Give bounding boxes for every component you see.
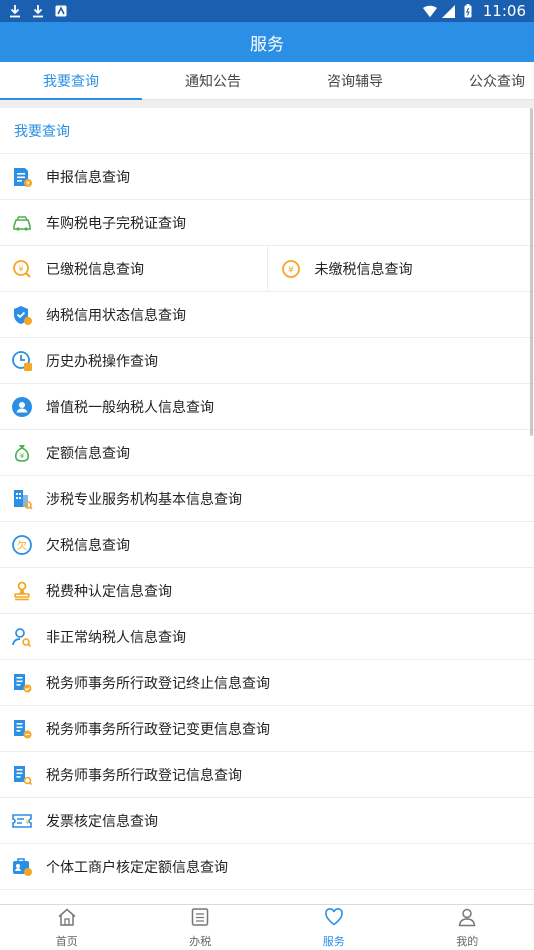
query-list[interactable]: 我要查询 ¥ 申报信息查询 车购税电子完税证查询 ¥ 已缴税信息查询 ¥ 未缴税… bbox=[0, 108, 534, 904]
nav-label: 办税 bbox=[189, 934, 212, 948]
svg-text:¥: ¥ bbox=[26, 819, 30, 826]
invoice-icon: ¥ bbox=[11, 810, 33, 832]
office-doc-icon bbox=[11, 718, 33, 740]
svg-text:¥: ¥ bbox=[20, 452, 25, 460]
list-item[interactable]: ¥ 未缴税信息查询 bbox=[266, 246, 534, 291]
nav-label: 首页 bbox=[55, 934, 78, 948]
person-search-icon bbox=[11, 626, 33, 648]
wifi-icon bbox=[422, 4, 437, 18]
status-bar: 11:06 bbox=[0, 0, 534, 22]
list-item[interactable]: 税费种认定信息查询 bbox=[0, 568, 534, 614]
download-icon bbox=[31, 4, 45, 18]
divider bbox=[0, 100, 534, 108]
declare-doc-icon: ¥ bbox=[11, 166, 33, 188]
list-item-label: 纳税信用状态信息查询 bbox=[46, 307, 186, 324]
nav-label: 我的 bbox=[456, 934, 479, 948]
business-card-icon bbox=[11, 856, 33, 878]
list-item-label: 欠税信息查询 bbox=[46, 537, 130, 554]
list-item[interactable]: ¥ 定额信息查询 bbox=[0, 430, 534, 476]
yuan-search-icon: ¥ bbox=[11, 258, 33, 280]
list-item[interactable]: 车购税电子完税证查询 bbox=[0, 200, 534, 246]
list-item[interactable]: ¥ 已缴税信息查询 bbox=[0, 246, 267, 291]
svg-text:¥: ¥ bbox=[288, 265, 294, 275]
list-item[interactable]: 历史办税操作查询 bbox=[0, 338, 534, 384]
list-item-label: 车购税电子完税证查询 bbox=[46, 215, 186, 232]
list-item[interactable]: ¥ 申报信息查询 bbox=[0, 154, 534, 200]
nav-label: 服务 bbox=[322, 934, 345, 948]
list-item-label: 税务师事务所行政登记信息查询 bbox=[46, 767, 242, 784]
nav-tax[interactable]: 办税 bbox=[134, 905, 268, 950]
list-item-label: 发票核定信息查询 bbox=[46, 813, 158, 830]
yuan-coin-icon: ¥ bbox=[280, 258, 302, 280]
list-item-label: 涉税专业服务机构基本信息查询 bbox=[46, 491, 242, 508]
svg-text:¥: ¥ bbox=[26, 180, 30, 187]
list-item[interactable]: 个体工商户核定定额信息查询 bbox=[0, 844, 534, 890]
nav-mine[interactable]: 我的 bbox=[401, 905, 534, 950]
list-item[interactable]: 税务师事务所行政登记变更信息查询 bbox=[0, 706, 534, 752]
status-notifications bbox=[8, 4, 68, 18]
tab-my-query[interactable]: 我要查询 bbox=[0, 62, 142, 100]
list-item-label: 已缴税信息查询 bbox=[46, 261, 144, 278]
list-item-label: 税务师事务所行政登记变更信息查询 bbox=[46, 721, 270, 738]
list-item[interactable]: 税务师事务所行政登记信息查询 bbox=[0, 752, 534, 798]
list-item-label: 增值税一般纳税人信息查询 bbox=[46, 399, 214, 416]
list-icon bbox=[190, 907, 210, 930]
svg-text:¥: ¥ bbox=[18, 264, 23, 273]
list-item-partial[interactable] bbox=[0, 890, 534, 904]
list-item-label: 定额信息查询 bbox=[46, 445, 130, 462]
list-item[interactable]: 涉税专业服务机构基本信息查询 bbox=[0, 476, 534, 522]
tab-public-query[interactable]: 公众查询 bbox=[426, 62, 534, 99]
section-title: 我要查询 bbox=[0, 108, 534, 154]
credit-shield-icon bbox=[11, 304, 33, 326]
list-item[interactable]: 纳税信用状态信息查询 bbox=[0, 292, 534, 338]
bottom-nav: 首页 办税 服务 我的 bbox=[0, 904, 534, 950]
list-item[interactable]: ¥ 发票核定信息查询 bbox=[0, 798, 534, 844]
money-bag-icon: ¥ bbox=[11, 442, 33, 464]
owed-tax-icon: 欠 bbox=[11, 534, 33, 556]
taxpayer-person-icon bbox=[11, 396, 33, 418]
list-item-label: 个体工商户核定定额信息查询 bbox=[46, 859, 228, 876]
list-item-label: 税费种认定信息查询 bbox=[46, 583, 172, 600]
svg-text:欠: 欠 bbox=[17, 539, 27, 552]
download-icon bbox=[8, 4, 22, 18]
list-item[interactable]: 欠 欠税信息查询 bbox=[0, 522, 534, 568]
car-icon bbox=[11, 212, 33, 234]
office-doc-icon bbox=[11, 764, 33, 786]
list-item-label: 税务师事务所行政登记终止信息查询 bbox=[46, 675, 270, 692]
heart-icon bbox=[324, 907, 344, 930]
list-row-split: ¥ 已缴税信息查询 ¥ 未缴税信息查询 bbox=[0, 246, 534, 292]
status-indicators: 11:06 bbox=[422, 2, 526, 20]
page-title: 服务 bbox=[250, 34, 284, 55]
history-clock-icon bbox=[11, 350, 33, 372]
user-icon bbox=[457, 907, 477, 930]
nav-home[interactable]: 首页 bbox=[0, 905, 134, 950]
list-item[interactable]: 税务师事务所行政登记终止信息查询 bbox=[0, 660, 534, 706]
status-time: 11:06 bbox=[482, 2, 526, 20]
nav-service[interactable]: 服务 bbox=[267, 905, 401, 950]
tab-consulting[interactable]: 咨询辅导 bbox=[284, 62, 426, 99]
tab-bar: 我要查询 通知公告 咨询辅导 公众查询 bbox=[0, 62, 534, 100]
list-item-label: 非正常纳税人信息查询 bbox=[46, 629, 186, 646]
tab-notices[interactable]: 通知公告 bbox=[142, 62, 284, 99]
list-item[interactable]: 增值税一般纳税人信息查询 bbox=[0, 384, 534, 430]
app-notification-icon bbox=[54, 4, 68, 18]
signal-icon bbox=[442, 4, 456, 18]
list-item[interactable]: 非正常纳税人信息查询 bbox=[0, 614, 534, 660]
battery-icon bbox=[461, 4, 475, 18]
stamp-icon bbox=[11, 580, 33, 602]
scrollbar[interactable] bbox=[530, 108, 533, 436]
building-search-icon bbox=[11, 488, 33, 510]
home-icon bbox=[57, 907, 77, 930]
app-bar: 服务 bbox=[0, 22, 534, 62]
office-doc-icon bbox=[11, 672, 33, 694]
list-item-label: 申报信息查询 bbox=[46, 169, 130, 186]
list-item-label: 历史办税操作查询 bbox=[46, 353, 158, 370]
list-item-label: 未缴税信息查询 bbox=[314, 261, 413, 278]
